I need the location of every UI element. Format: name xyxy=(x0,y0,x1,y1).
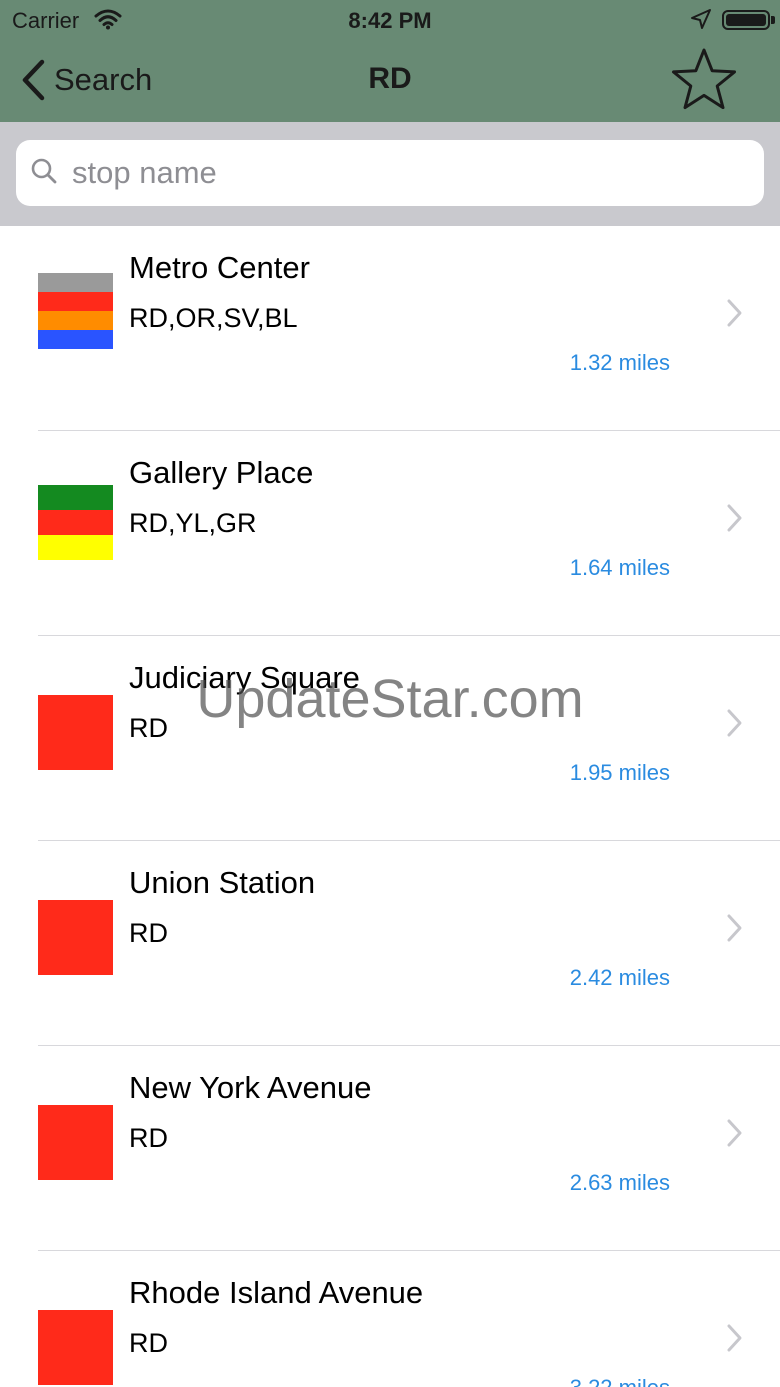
search-bar xyxy=(0,122,780,226)
station-lines: RD xyxy=(129,713,168,743)
station-lines: RD xyxy=(129,918,168,948)
status-time: 8:42 PM xyxy=(348,8,432,33)
station-row[interactable]: New York Avenue RD 2.63 miles xyxy=(0,1046,780,1251)
line-color-band xyxy=(38,1105,113,1180)
station-name: New York Avenue xyxy=(129,1070,372,1105)
line-color-band xyxy=(38,330,113,349)
station-name: Union Station xyxy=(129,865,316,900)
star-icon xyxy=(672,48,736,110)
station-row[interactable]: Metro Center RD,OR,SV,BL 1.32 miles xyxy=(0,226,780,431)
navigation-header: Carrier 8:42 PM Search RD xyxy=(0,0,780,122)
station-row[interactable]: Rhode Island Avenue RD 3.22 miles xyxy=(0,1251,780,1387)
battery-nub xyxy=(771,16,775,24)
line-color-swatch xyxy=(38,273,113,349)
chevron-right-icon xyxy=(726,1323,744,1358)
status-bar: Carrier 8:42 PM xyxy=(0,0,780,40)
chevron-right-icon xyxy=(726,708,744,743)
line-color-band xyxy=(38,292,113,311)
station-distance: 3.22 miles xyxy=(570,1375,670,1387)
line-color-band xyxy=(38,273,113,292)
line-color-band xyxy=(38,510,113,535)
station-distance: 2.63 miles xyxy=(569,1170,670,1195)
station-list: Metro Center RD,OR,SV,BL 1.32 miles Gall… xyxy=(0,226,780,1387)
station-lines: RD,OR,SV,BL xyxy=(129,303,298,333)
line-color-swatch xyxy=(38,900,113,975)
station-distance: 1.32 miles xyxy=(569,350,670,375)
line-color-swatch xyxy=(38,1105,113,1180)
chevron-right-icon xyxy=(726,298,744,333)
station-row[interactable]: Judiciary Square RD 1.95 miles xyxy=(0,636,780,841)
line-color-band xyxy=(38,1310,113,1385)
station-name: Judiciary Square xyxy=(129,660,360,695)
chevron-right-icon xyxy=(726,503,744,538)
favorite-button[interactable] xyxy=(668,44,740,116)
station-row[interactable]: Union Station RD 2.42 miles xyxy=(0,841,780,1046)
station-distance: 2.42 miles xyxy=(569,965,670,990)
line-color-swatch xyxy=(38,485,113,560)
search-input[interactable] xyxy=(72,155,722,191)
line-color-band xyxy=(38,311,113,330)
station-lines: RD xyxy=(129,1123,168,1153)
search-field[interactable] xyxy=(16,140,764,206)
station-row[interactable]: Gallery Place RD,YL,GR 1.64 miles xyxy=(0,431,780,636)
location-arrow-icon xyxy=(690,8,712,35)
station-distance: 1.95 miles xyxy=(569,760,670,785)
line-color-band xyxy=(38,695,113,770)
line-color-swatch xyxy=(38,1310,113,1385)
search-icon xyxy=(30,157,58,190)
station-lines: RD xyxy=(129,1328,168,1358)
battery-icon xyxy=(722,10,770,30)
station-lines: RD,YL,GR xyxy=(129,508,257,538)
station-name: Rhode Island Avenue xyxy=(129,1275,424,1310)
line-color-band xyxy=(38,535,113,560)
line-color-band xyxy=(38,900,113,975)
page-title: RD xyxy=(368,62,412,95)
station-distance: 1.64 miles xyxy=(569,555,670,580)
station-name: Metro Center xyxy=(129,250,310,285)
line-color-band xyxy=(38,485,113,510)
chevron-right-icon xyxy=(726,913,744,948)
line-color-swatch xyxy=(38,695,113,770)
station-name: Gallery Place xyxy=(129,455,314,490)
chevron-right-icon xyxy=(726,1118,744,1153)
